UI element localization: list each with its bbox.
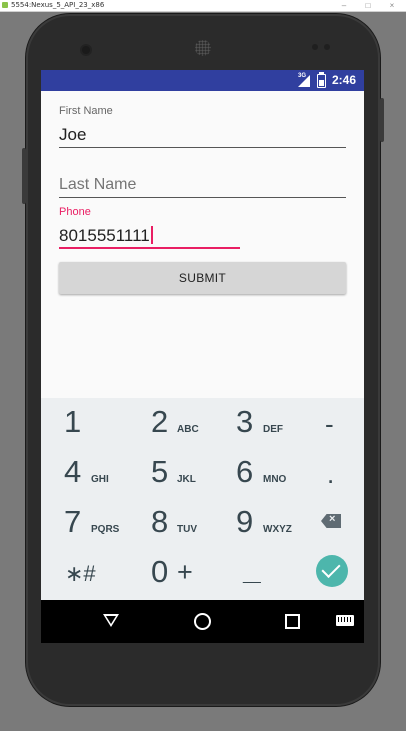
phone-label: Phone [59, 206, 91, 218]
minimize-button[interactable]: – [338, 0, 350, 11]
recents-icon[interactable] [285, 614, 300, 629]
status-bar: 3G 2:46 [41, 70, 364, 91]
key-symbol: . [327, 459, 335, 489]
key-digit: 8 [151, 504, 169, 539]
submit-button[interactable]: SUBMIT [59, 262, 346, 294]
phone-input[interactable]: 8015551111 [59, 226, 153, 246]
key-2[interactable]: 2 ABC [121, 398, 201, 448]
emulator-titlebar: 5554:Nexus_5_API_23_x86 – □ × [0, 0, 406, 12]
key-8[interactable]: 8 TUV [121, 498, 201, 548]
earpiece-speaker [195, 40, 211, 56]
last-name-input[interactable]: Last Name [59, 176, 136, 194]
key-9[interactable]: 9 WXYZ [206, 498, 292, 548]
text-cursor [150, 226, 153, 244]
volume-button[interactable] [22, 148, 26, 204]
key-symbol: ∗# [65, 561, 96, 586]
last-name-underline [59, 197, 346, 198]
key-digit: 0 [151, 554, 169, 589]
proximity-sensor [312, 44, 318, 50]
signal-icon [298, 75, 310, 87]
power-button[interactable] [380, 98, 384, 142]
key-3[interactable]: 3 DEF [206, 398, 286, 448]
key-letters: GHI [91, 474, 109, 485]
emulator-app-icon [2, 2, 8, 8]
key-digit: 1 [64, 404, 82, 439]
key-letters: TUV [177, 524, 197, 535]
key-letters: ABC [177, 424, 199, 435]
key-letters: JKL [177, 474, 196, 485]
done-check-icon[interactable] [316, 555, 348, 587]
maximize-button[interactable]: □ [362, 0, 374, 11]
key-symbol: __ [243, 567, 261, 584]
front-camera [82, 46, 90, 54]
key-1[interactable]: 1 [41, 398, 121, 448]
key-digit: 7 [64, 504, 82, 539]
key-letters: MNO [263, 474, 287, 485]
key-letters: DEF [263, 424, 283, 435]
first-name-input[interactable]: Joe [59, 125, 86, 145]
key-dot[interactable]: . [296, 448, 364, 498]
phone-underline [59, 247, 240, 249]
key-space[interactable]: __ [206, 548, 286, 598]
device-screen: 3G 2:46 First Name Joe Last Name Phone 8… [41, 70, 364, 643]
first-name-label: First Name [59, 105, 113, 117]
backspace-icon[interactable]: × [321, 513, 341, 528]
back-icon[interactable] [103, 614, 119, 627]
key-symbol: - [325, 409, 334, 439]
key-letters: PQRS [91, 524, 120, 535]
key-digit: 3 [236, 404, 254, 439]
check-mark [321, 558, 341, 579]
keyboard-icon[interactable] [336, 615, 354, 626]
light-sensor [324, 44, 330, 50]
key-plus: + [177, 557, 193, 587]
first-name-underline [59, 147, 346, 148]
home-icon[interactable] [194, 613, 211, 630]
key-digit: 6 [236, 454, 254, 489]
navigation-bar [41, 600, 364, 643]
battery-icon [317, 72, 326, 88]
key-digit: 2 [151, 404, 169, 439]
key-digit: 5 [151, 454, 169, 489]
key-4[interactable]: 4 GHI [41, 448, 121, 498]
backspace-x: × [329, 513, 336, 525]
clock: 2:46 [331, 73, 356, 87]
close-button[interactable]: × [386, 0, 398, 11]
key-digit: 4 [64, 454, 82, 489]
numeric-keypad: 1 2 ABC 3 DEF - 4 GHI 5 JKL 6 MNO . 7 PQ… [41, 398, 364, 600]
key-digit: 9 [236, 504, 254, 539]
window-title: 5554:Nexus_5_API_23_x86 [11, 1, 105, 9]
key-7[interactable]: 7 PQRS [41, 498, 121, 548]
key-5[interactable]: 5 JKL [121, 448, 201, 498]
key-0[interactable]: 0 + [121, 548, 201, 598]
key-letters: WXYZ [263, 524, 292, 535]
key-minus[interactable]: - [296, 398, 364, 448]
key-6[interactable]: 6 MNO [206, 448, 286, 498]
key-star-hash[interactable]: ∗# [41, 548, 121, 598]
phone-value: 8015551111 [59, 226, 150, 245]
